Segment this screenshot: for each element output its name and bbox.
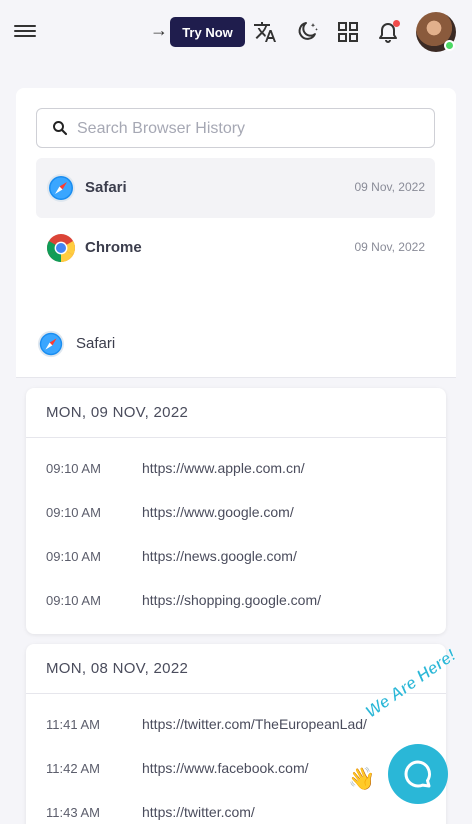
- browser-name: Safari: [85, 179, 127, 196]
- entry-time: 11:42 AM: [46, 761, 100, 776]
- safari-icon: [37, 330, 65, 358]
- browser-list-card: Safari 09 Nov, 2022 Chrome 09 Nov, 2022: [16, 88, 456, 312]
- try-now-button[interactable]: Try Now: [170, 17, 245, 47]
- history-list: MON, 09 NOV, 2022 09:10 AM https://www.a…: [16, 378, 456, 824]
- apps-grid-icon[interactable]: [336, 20, 360, 44]
- history-day-card: MON, 08 NOV, 2022 11:41 AM https://twitt…: [26, 644, 446, 824]
- selected-browser-name: Safari: [76, 335, 116, 352]
- entry-time: 09:10 AM: [46, 505, 101, 520]
- browser-item-safari[interactable]: Safari 09 Nov, 2022: [36, 158, 435, 218]
- chat-bubble-icon: [404, 760, 431, 788]
- entry-url[interactable]: https://twitter.com/TheEuropeanLad/: [142, 716, 367, 732]
- browser-name: Chrome: [85, 239, 142, 256]
- entry-url[interactable]: https://www.facebook.com/: [142, 760, 309, 776]
- entry-time: 11:43 AM: [46, 805, 100, 820]
- entry-url[interactable]: https://twitter.com/: [142, 804, 255, 820]
- history-entry: 11:43 AM https://twitter.com/: [26, 791, 446, 824]
- entry-time: 09:10 AM: [46, 593, 101, 608]
- entry-url[interactable]: https://www.google.com/: [142, 504, 294, 520]
- entry-url[interactable]: https://shopping.google.com/: [142, 592, 321, 608]
- entry-url[interactable]: https://www.apple.com.cn/: [142, 460, 305, 476]
- menu-icon[interactable]: [14, 22, 36, 42]
- top-bar: → Try Now: [0, 0, 472, 64]
- entry-time: 09:10 AM: [46, 549, 101, 564]
- chrome-icon: [46, 233, 76, 263]
- notification-badge: [393, 20, 400, 27]
- search-icon: [51, 119, 69, 137]
- dark-mode-icon[interactable]: [296, 20, 320, 44]
- search-input[interactable]: [77, 115, 422, 143]
- browser-last-date: 09 Nov, 2022: [354, 240, 426, 254]
- arrow-right-icon: →: [150, 20, 168, 40]
- history-entry: 09:10 AM https://shopping.google.com/: [26, 579, 446, 623]
- translate-icon[interactable]: [253, 20, 277, 44]
- browser-last-date: 09 Nov, 2022: [354, 180, 426, 194]
- history-day-heading: MON, 09 NOV, 2022: [26, 388, 446, 438]
- history-entry: 11:42 AM https://www.facebook.com/: [26, 747, 446, 791]
- history-entry: 09:10 AM https://www.apple.com.cn/: [26, 447, 446, 491]
- wave-hand-icon: 👋: [348, 766, 376, 791]
- entry-url[interactable]: https://news.google.com/: [142, 548, 297, 564]
- selected-browser-header: Safari: [16, 312, 456, 378]
- search-box[interactable]: [36, 108, 435, 148]
- chat-button[interactable]: [388, 744, 448, 804]
- safari-icon: [46, 173, 76, 203]
- history-day-card: MON, 09 NOV, 2022 09:10 AM https://www.a…: [26, 388, 446, 634]
- history-entry: 09:10 AM https://www.google.com/: [26, 491, 446, 535]
- entry-time: 09:10 AM: [46, 461, 101, 476]
- history-day-heading: MON, 08 NOV, 2022: [26, 644, 446, 694]
- online-status-indicator: [444, 40, 455, 51]
- entry-time: 11:41 AM: [46, 717, 100, 732]
- history-entry: 09:10 AM https://news.google.com/: [26, 535, 446, 579]
- browser-item-chrome[interactable]: Chrome 09 Nov, 2022: [36, 218, 435, 278]
